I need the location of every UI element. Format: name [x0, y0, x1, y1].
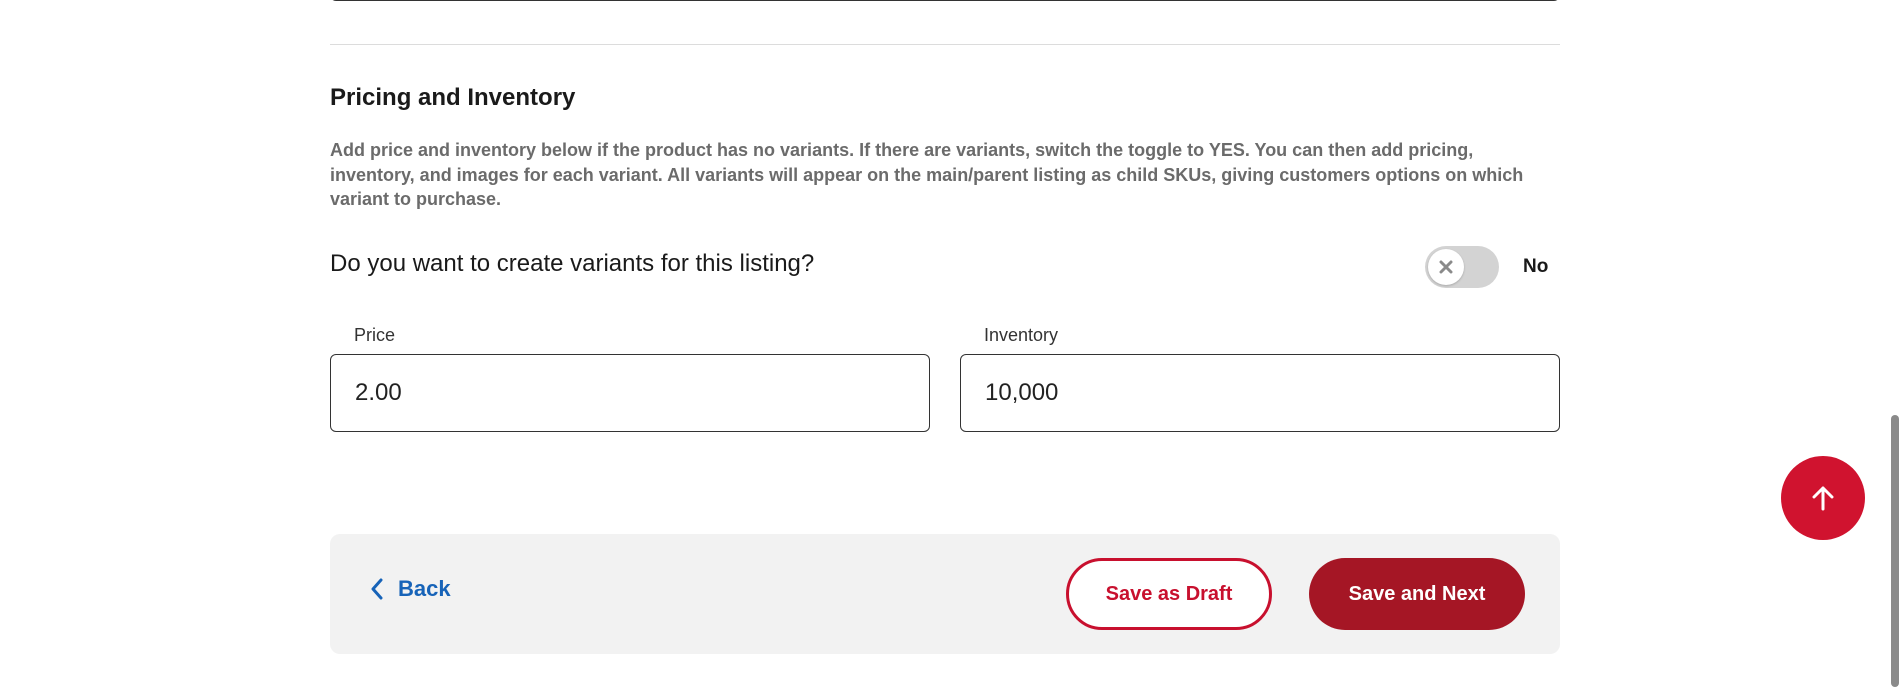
- toggle-knob: [1428, 249, 1464, 285]
- price-label: Price: [354, 325, 396, 345]
- action-bar: Back Save as Draft Save and Next: [330, 534, 1560, 654]
- scrollbar-thumb[interactable]: [1891, 415, 1899, 687]
- back-button[interactable]: Back: [370, 576, 451, 602]
- close-icon: [1439, 260, 1453, 274]
- previous-field-edge: [330, 0, 1560, 1]
- variants-toggle[interactable]: [1425, 246, 1499, 288]
- page-scrollbar[interactable]: [1886, 0, 1904, 687]
- scroll-to-top-button[interactable]: [1781, 456, 1865, 540]
- variants-question: Do you want to create variants for this …: [330, 250, 815, 277]
- section-description: Add price and inventory below if the pro…: [330, 140, 1524, 209]
- section-divider: [330, 44, 1560, 45]
- save-as-draft-button[interactable]: Save as Draft: [1066, 558, 1272, 630]
- section-title: Pricing and Inventory: [330, 84, 576, 111]
- arrow-up-icon: [1812, 486, 1834, 511]
- toggle-state-label: No: [1523, 256, 1549, 277]
- price-input[interactable]: [330, 354, 930, 432]
- inventory-input[interactable]: [960, 354, 1560, 432]
- save-and-next-button[interactable]: Save and Next: [1309, 558, 1525, 630]
- back-label: Back: [398, 576, 451, 601]
- inventory-label: Inventory: [984, 325, 1059, 345]
- chevron-left-icon: [371, 578, 383, 600]
